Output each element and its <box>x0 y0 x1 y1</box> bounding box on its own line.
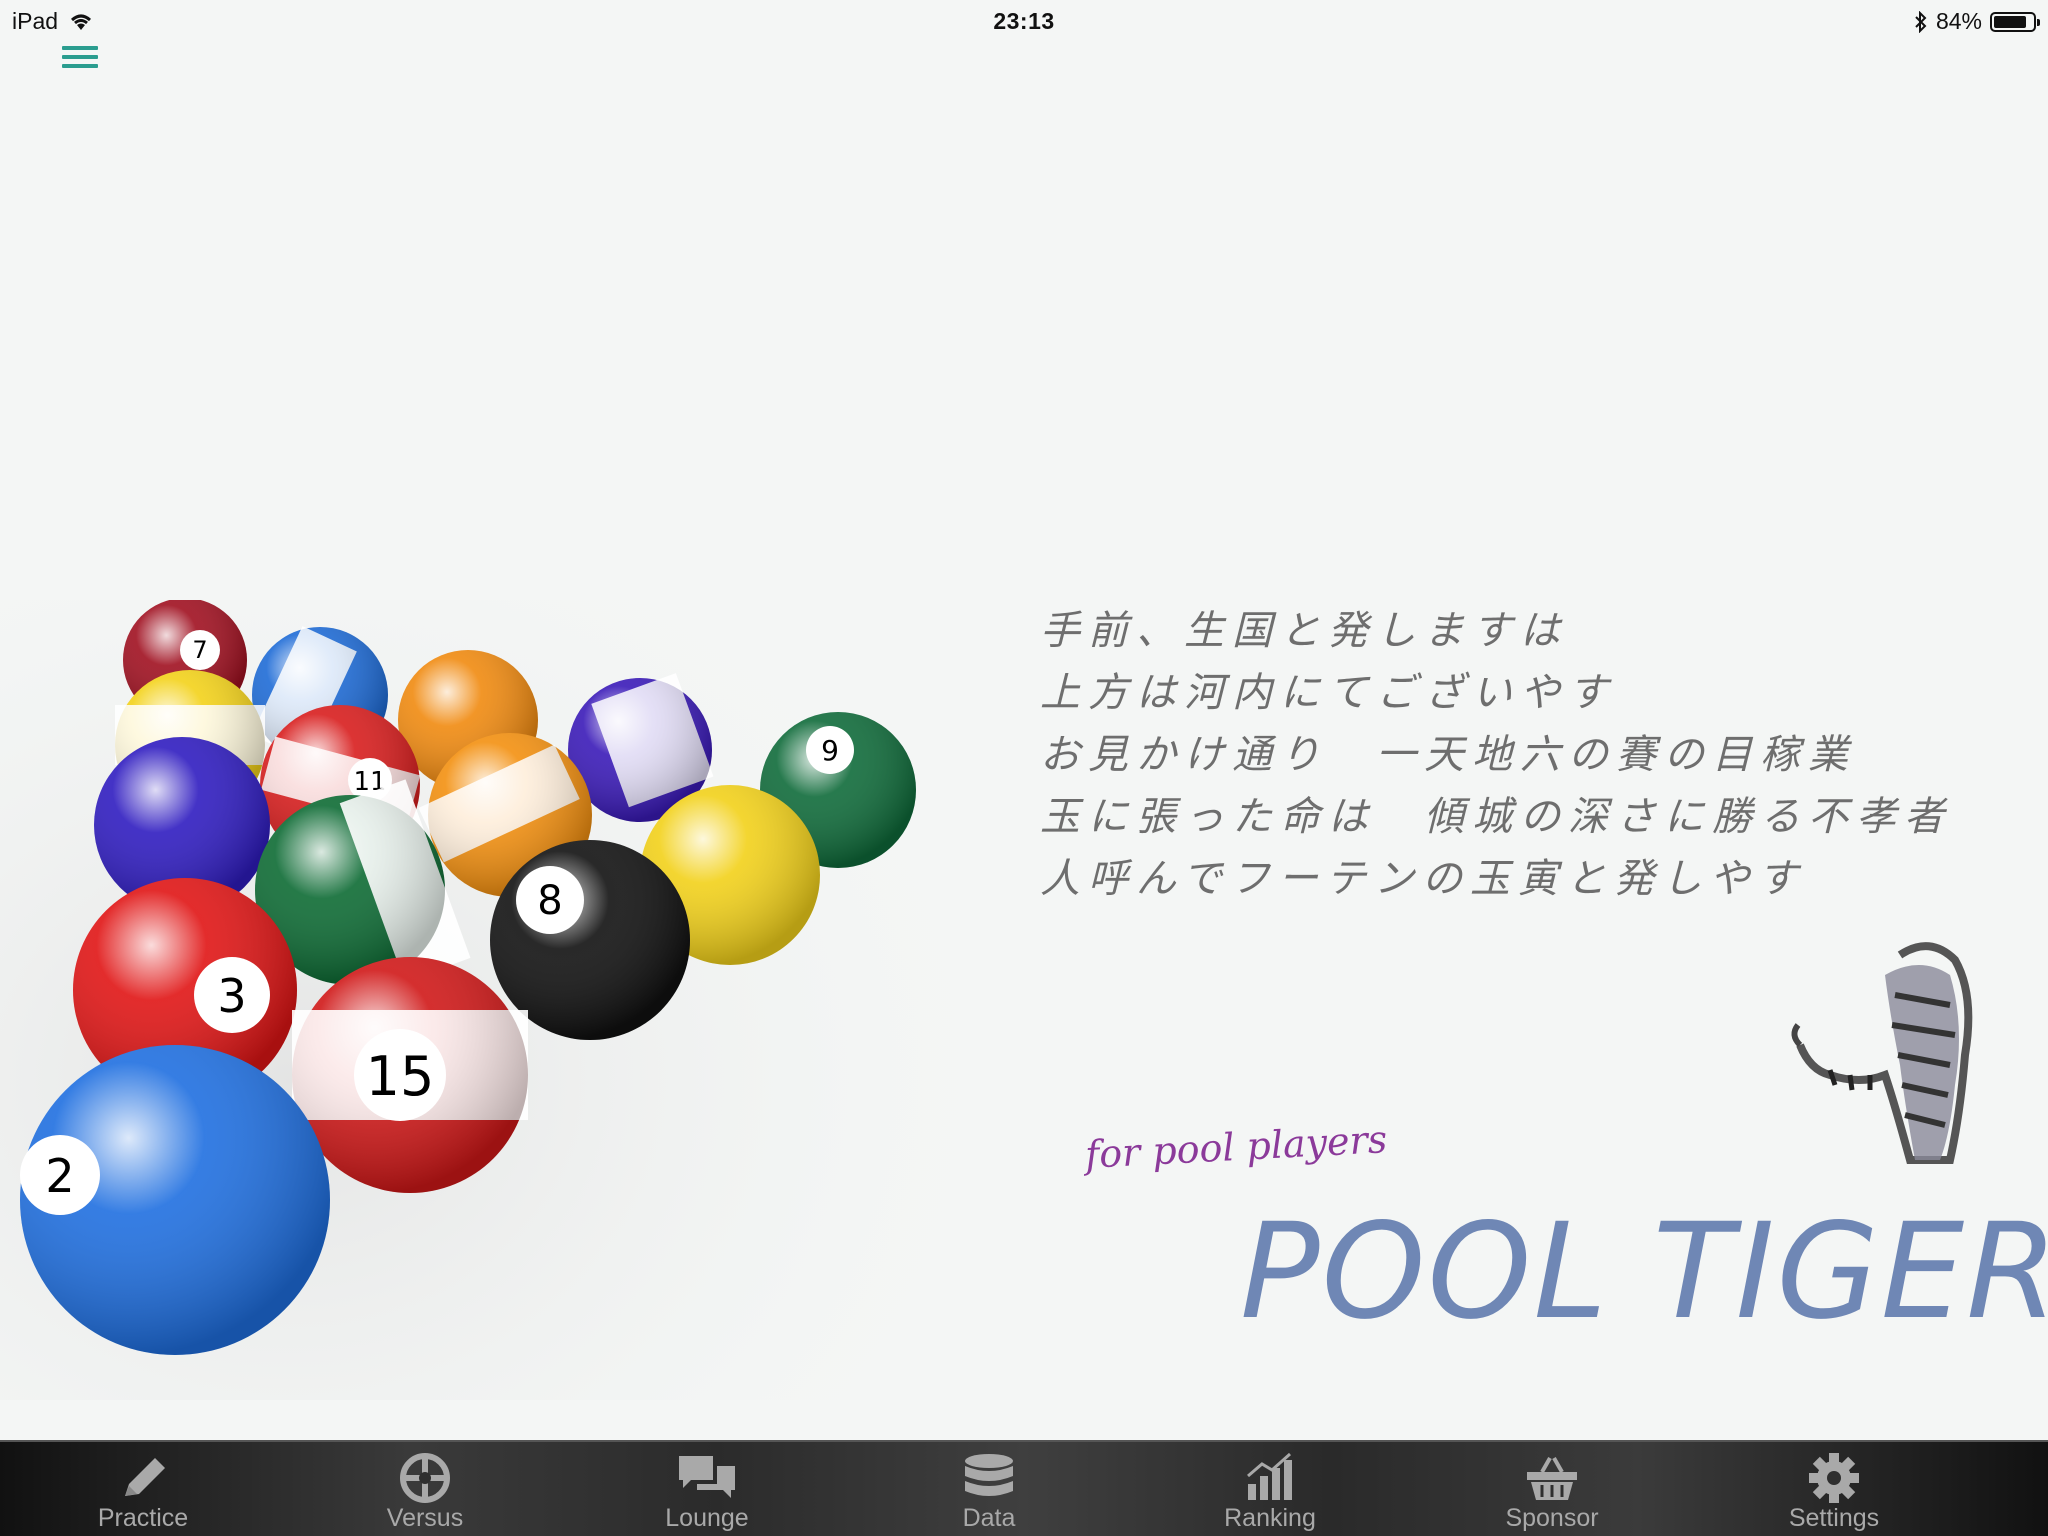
tab-lounge[interactable]: Lounge <box>607 1442 807 1536</box>
tab-label: Lounge <box>665 1504 749 1532</box>
battery-percent: 84% <box>1935 8 1982 34</box>
pencil-icon <box>125 1458 165 1496</box>
poem-line: 上方は河内にてございやす <box>1040 670 1616 716</box>
tab-data[interactable]: Data <box>889 1442 1089 1536</box>
basket-icon <box>1527 1457 1577 1500</box>
menu-line <box>62 46 98 50</box>
svg-text:15: 15 <box>366 1045 435 1108</box>
status-bar: iPad 23:13 84% <box>0 0 2048 40</box>
svg-text:3: 3 <box>217 969 246 1023</box>
poem-text: 手前、生国と発しますは 上方は河内にてございやす お見かけ通り 一天地六の賽の目… <box>1040 600 2000 910</box>
bluetooth-icon <box>1915 10 1927 33</box>
tab-label: Ranking <box>1224 1504 1316 1532</box>
crosshair-icon <box>400 1453 450 1503</box>
tab-practice[interactable]: Practice <box>43 1442 243 1536</box>
poem-line: 人呼んでフーテンの玉寅と発しやす <box>1040 856 1806 902</box>
database-icon <box>965 1454 1013 1496</box>
poem-line: 手前、生国と発しますは <box>1040 608 1568 654</box>
svg-text:7: 7 <box>192 636 207 664</box>
tab-ranking[interactable]: Ranking <box>1170 1442 1370 1536</box>
tab-versus[interactable]: Versus <box>325 1442 525 1536</box>
battery-icon <box>1990 11 2040 32</box>
app-title: POOL TIGER <box>1240 1195 2048 1349</box>
svg-text:9: 9 <box>821 734 839 767</box>
tab-label: Settings <box>1788 1504 1880 1532</box>
chat-icon <box>679 1456 735 1498</box>
tab-label: Versus <box>386 1504 464 1532</box>
tab-label: Sponsor <box>1505 1504 1599 1532</box>
tab-label: Data <box>962 1504 1016 1532</box>
tab-settings[interactable]: Settings <box>1734 1442 1934 1536</box>
menu-line <box>62 64 98 68</box>
svg-text:8: 8 <box>537 878 562 924</box>
tagline: for pool players <box>1084 1117 1389 1177</box>
menu-line <box>62 55 98 59</box>
status-time: 23:13 <box>993 8 1055 34</box>
hamburger-menu-button[interactable] <box>60 42 100 72</box>
tab-bar: Practice Versus Lounge Data Ranking Spon… <box>0 1440 2048 1536</box>
gear-icon <box>1809 1453 1859 1503</box>
tab-sponsor[interactable]: Sponsor <box>1452 1442 1652 1536</box>
tab-label: Practice <box>97 1504 189 1532</box>
poem-line: お見かけ通り 一天地六の賽の目稼業 <box>1040 732 1856 778</box>
billiard-balls-image: 7 9 11 8 3 15 2 <box>0 600 960 1400</box>
bar-chart-icon <box>1247 1452 1292 1500</box>
poem-line: 玉に張った命は 傾城の深さに勝る不孝者 <box>1040 794 1952 840</box>
tiger-image <box>1791 942 1973 1164</box>
svg-text:2: 2 <box>45 1149 74 1203</box>
